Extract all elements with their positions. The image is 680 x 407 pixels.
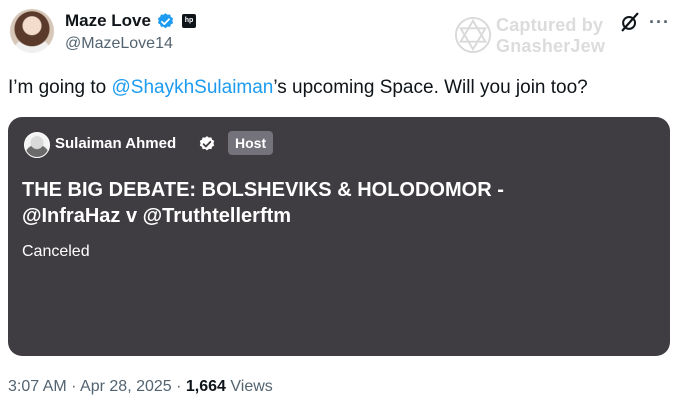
- tweet-text-before: I’m going to: [8, 77, 112, 98]
- grok-icon[interactable]: [619, 11, 641, 33]
- tweet-time[interactable]: 3:07 AM: [8, 378, 67, 395]
- watermark-text: Captured by GnasherJew: [496, 15, 605, 57]
- space-title: THE BIG DEBATE: BOLSHEVIKS & HOLODOMOR -…: [22, 177, 652, 229]
- tweet-text: I’m going to @ShaykhSulaiman’s upcoming …: [8, 77, 588, 99]
- tweet-footer: 3:07 AM · Apr 28, 2025 · 1,664 Views: [8, 378, 273, 396]
- host-badge: Host: [228, 131, 274, 155]
- watermark-line2: GnasherJew: [496, 36, 606, 56]
- author-handle[interactable]: @MazeLove14: [65, 35, 173, 53]
- host-avatar[interactable]: [24, 132, 50, 158]
- footer-separator: ·: [171, 378, 186, 395]
- tweet-text-after: ’s upcoming Space. Will you join too?: [273, 77, 588, 98]
- star-of-david-icon: [454, 16, 492, 54]
- views-label: Views: [225, 378, 273, 395]
- tweet-date[interactable]: Apr 28, 2025: [80, 378, 172, 395]
- footer-separator: ·: [66, 378, 81, 395]
- host-verified-icon: [199, 136, 215, 151]
- mention-link[interactable]: @ShaykhSulaiman: [112, 77, 274, 98]
- affiliate-badge[interactable]: hp: [182, 14, 196, 28]
- views-count: 1,664: [185, 378, 226, 395]
- verified-badge-icon: [157, 13, 174, 29]
- space-title-line1: THE BIG DEBATE: BOLSHEVIKS & HOLODOMOR -: [22, 179, 504, 201]
- watermark: Captured by GnasherJew: [454, 13, 605, 57]
- watermark-line1: Captured by: [496, 15, 604, 35]
- space-card[interactable]: Sulaiman Ahmed Host THE BIG DEBATE: BOLS…: [8, 117, 670, 356]
- author-name[interactable]: Maze Love: [65, 11, 151, 31]
- host-name[interactable]: Sulaiman Ahmed: [55, 135, 176, 152]
- space-title-line2: @InfraHaz v @Truthtellerftm: [22, 205, 292, 227]
- space-status: Canceled: [22, 243, 90, 260]
- author-avatar[interactable]: [10, 9, 54, 53]
- more-options-icon[interactable]: ···: [649, 12, 670, 33]
